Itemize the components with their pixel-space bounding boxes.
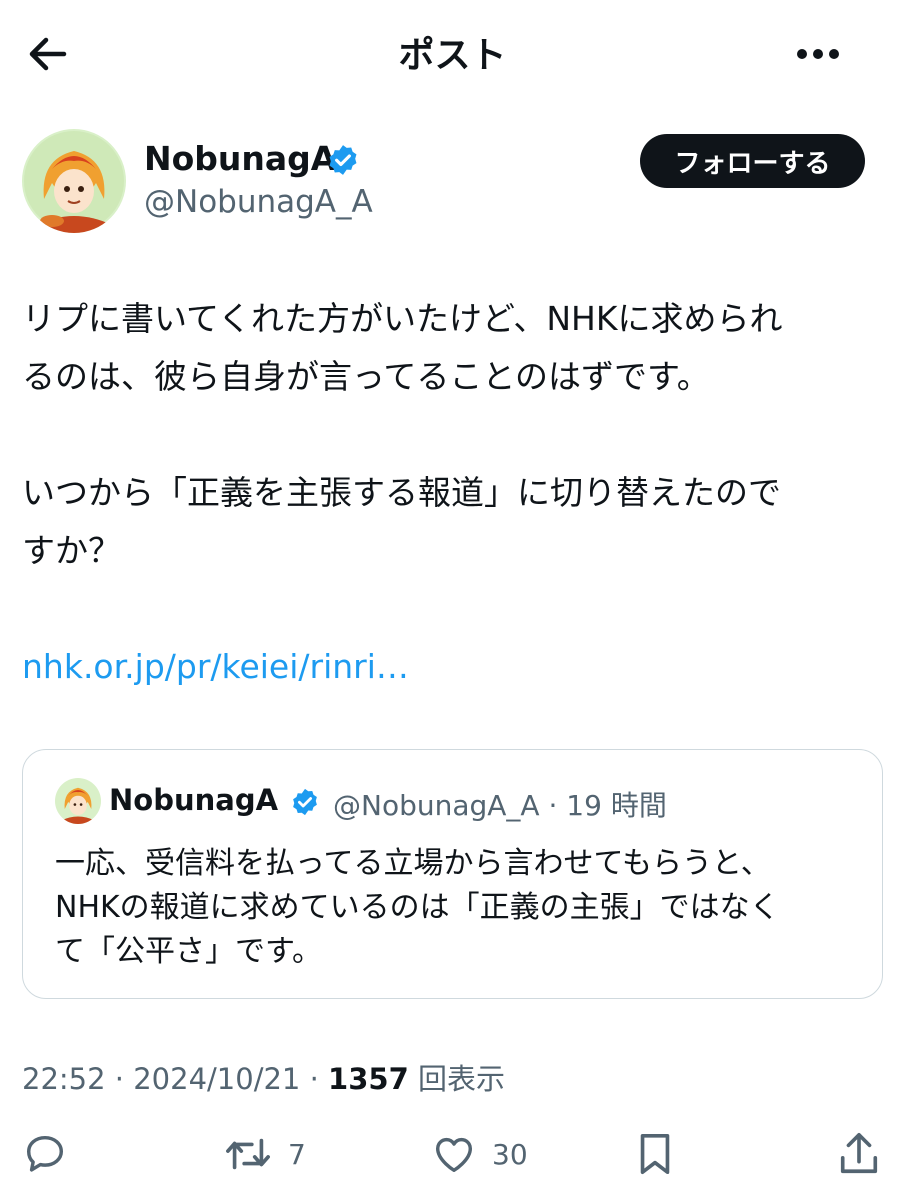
views-label: 回表示 — [417, 1062, 505, 1096]
bookmark-button[interactable] — [632, 1128, 678, 1180]
top-bar: ポスト — [0, 0, 905, 105]
post-link[interactable]: nhk.or.jp/pr/keiei/rinri… — [22, 647, 409, 686]
like-count: 30 — [492, 1137, 528, 1171]
post-blank-line — [22, 580, 884, 638]
follow-button[interactable]: フォローする — [640, 134, 865, 188]
share-icon — [840, 1133, 878, 1174]
retweet-count: 7 — [288, 1137, 306, 1171]
quote-meta: @NobunagA_A · 19 時間 — [333, 789, 667, 822]
views-count: 1357 — [328, 1062, 409, 1096]
quote-text-line: て「公平さ」です。 — [55, 934, 322, 969]
quote-text: 一応、受信料を払ってる立場から言わせてもらうと、 NHKの報道に求めているのは「… — [55, 842, 855, 974]
avatar[interactable] — [22, 129, 126, 233]
author-handle[interactable]: @NobunagA_A — [144, 184, 373, 220]
bookmark-icon — [640, 1133, 670, 1175]
author-name[interactable]: NobunagA — [144, 139, 336, 178]
page-title: ポスト — [398, 35, 507, 76]
post-timestamp: 22:52 · 2024/10/21 · 1357 回表示 — [22, 1056, 505, 1098]
post-text-line: いつから「正義を主張する報道」に切り替えたので — [22, 473, 781, 512]
heart-icon — [435, 1137, 473, 1173]
quoted-post[interactable]: NobunagA @NobunagA_A · 19 時間 一応、受信料を払ってる… — [22, 749, 883, 999]
reply-icon — [26, 1135, 64, 1172]
post-text-line: リプに書いてくれた方がいたけど、NHKに求められ — [22, 299, 783, 338]
post-text: リプに書いてくれた方がいたけど、NHKに求められ るのは、彼ら自身が言ってること… — [22, 290, 884, 696]
share-button[interactable] — [836, 1128, 882, 1180]
post-blank-line — [22, 406, 884, 464]
like-button[interactable]: 30 — [430, 1128, 528, 1180]
quote-text-line: 一応、受信料を払ってる立場から言わせてもらうと、 — [55, 846, 771, 881]
post-time: 22:52 · 2024/10/21 · — [22, 1062, 329, 1096]
verified-badge-icon — [329, 145, 357, 175]
reply-button[interactable] — [22, 1128, 68, 1180]
post-text-line: るのは、彼ら自身が言ってることのはずです。 — [22, 357, 710, 396]
more-button[interactable] — [790, 30, 846, 78]
quote-author-name: NobunagA — [109, 783, 279, 817]
quote-avatar — [55, 778, 101, 824]
retweet-button[interactable]: 7 — [222, 1128, 306, 1180]
avatar-image — [22, 129, 126, 233]
more-horizontal-icon — [797, 49, 839, 59]
quote-text-line: NHKの報道に求めているのは「正義の主張」ではなく — [55, 890, 780, 925]
post-text-line: すか？ — [22, 531, 121, 570]
verified-badge-icon — [293, 788, 317, 816]
quote-avatar-image — [55, 778, 101, 824]
retweet-icon — [226, 1138, 270, 1170]
